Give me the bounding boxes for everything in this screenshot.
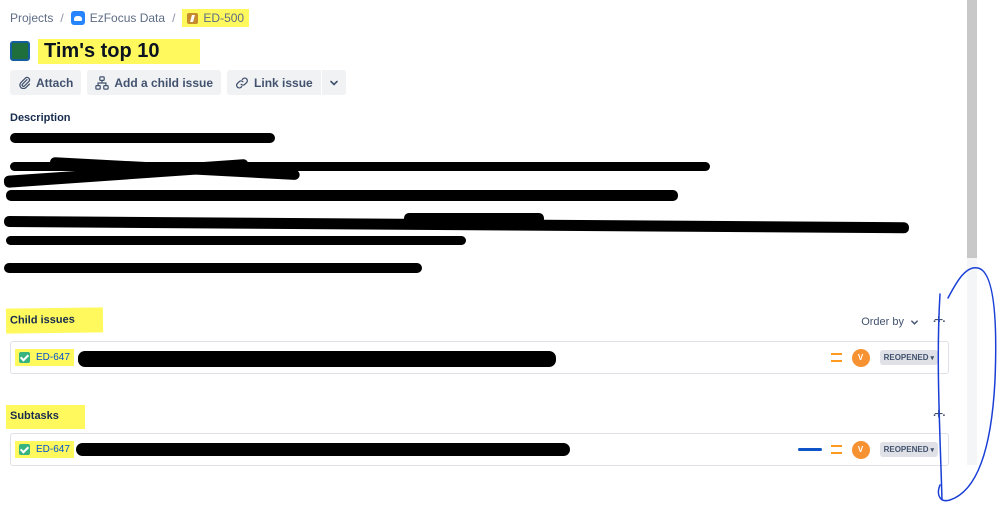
avatar[interactable]: V <box>851 440 870 459</box>
status-label: REOPENED <box>883 445 929 454</box>
child-issue-meta: V REOPENED ▾ <box>830 348 938 367</box>
breadcrumb-separator: / <box>60 11 64 25</box>
paperclip-icon <box>19 76 31 89</box>
attach-button-label: Attach <box>36 75 74 90</box>
attach-button[interactable]: Attach <box>10 70 82 95</box>
add-child-issue-button[interactable]: Add a child issue <box>87 70 222 95</box>
plus-icon[interactable]: + <box>934 312 943 330</box>
link-icon <box>236 76 249 89</box>
checkbox-icon <box>19 444 30 455</box>
redacted-text <box>404 213 544 224</box>
description-heading: Description <box>10 112 71 124</box>
breadcrumb-issue-key[interactable]: ED-500 <box>182 9 250 27</box>
issue-page: Projects / EzFocus Data / ED-500 Tim's t… <box>0 0 999 506</box>
breadcrumb-project[interactable]: EzFocus Data <box>70 11 166 25</box>
progress-indicator <box>798 448 822 451</box>
scrollbar-thumb[interactable] <box>967 0 977 258</box>
order-by-button[interactable]: Order by <box>861 316 919 328</box>
chevron-down-icon: ▾ <box>930 354 934 362</box>
plus-icon[interactable]: + <box>934 406 943 424</box>
epic-icon <box>187 12 199 24</box>
subtask-key[interactable]: ED-647 <box>15 441 74 458</box>
hierarchy-icon <box>95 75 110 90</box>
link-issue-button[interactable]: Link issue <box>227 70 321 95</box>
redacted-text <box>6 190 678 201</box>
redacted-summary <box>76 443 570 456</box>
breadcrumb: Projects / EzFocus Data / ED-500 <box>10 8 250 28</box>
redacted-text <box>4 263 422 273</box>
status-dropdown[interactable]: REOPENED ▾ <box>879 350 938 365</box>
breadcrumb-projects[interactable]: Projects <box>10 11 53 25</box>
issue-type-icon[interactable] <box>10 41 30 61</box>
child-issue-key-label: ED-647 <box>36 352 70 363</box>
issue-title[interactable]: Tim's top 10 <box>38 38 200 64</box>
chevron-down-icon <box>911 319 918 325</box>
add-child-issue-label: Add a child issue <box>114 75 214 90</box>
breadcrumb-project-label: EzFocus Data <box>89 11 166 25</box>
avatar[interactable]: V <box>851 348 870 367</box>
priority-medium-icon <box>830 353 842 362</box>
link-issue-group: Link issue <box>227 70 346 95</box>
more-actions-button[interactable] <box>321 70 346 95</box>
breadcrumb-projects-label: Projects <box>10 11 54 25</box>
breadcrumb-issue-key-label: ED-500 <box>203 11 245 25</box>
redacted-summary <box>78 351 556 367</box>
redacted-text <box>10 133 275 143</box>
status-dropdown[interactable]: REOPENED ▾ <box>879 442 938 457</box>
issue-toolbar: Attach Add a child issue Link issue <box>10 70 346 95</box>
breadcrumb-separator: / <box>172 11 176 25</box>
priority-medium-icon <box>830 445 842 454</box>
chevron-down-icon <box>329 80 338 86</box>
chevron-down-icon: ▾ <box>930 446 934 454</box>
child-issues-heading: Child issues <box>5 307 103 334</box>
title-row: Tim's top 10 <box>10 38 200 64</box>
subtask-key-label: ED-647 <box>36 444 70 455</box>
status-label: REOPENED <box>883 353 929 362</box>
link-issue-label: Link issue <box>254 75 313 90</box>
redacted-text <box>6 236 466 245</box>
subtask-meta: V REOPENED ▾ <box>830 440 938 459</box>
order-by-label: Order by <box>861 316 904 328</box>
checkbox-icon <box>19 352 30 363</box>
subtasks-heading: Subtasks <box>6 405 85 429</box>
cloud-icon <box>70 11 85 25</box>
child-issue-key[interactable]: ED-647 <box>15 349 74 366</box>
